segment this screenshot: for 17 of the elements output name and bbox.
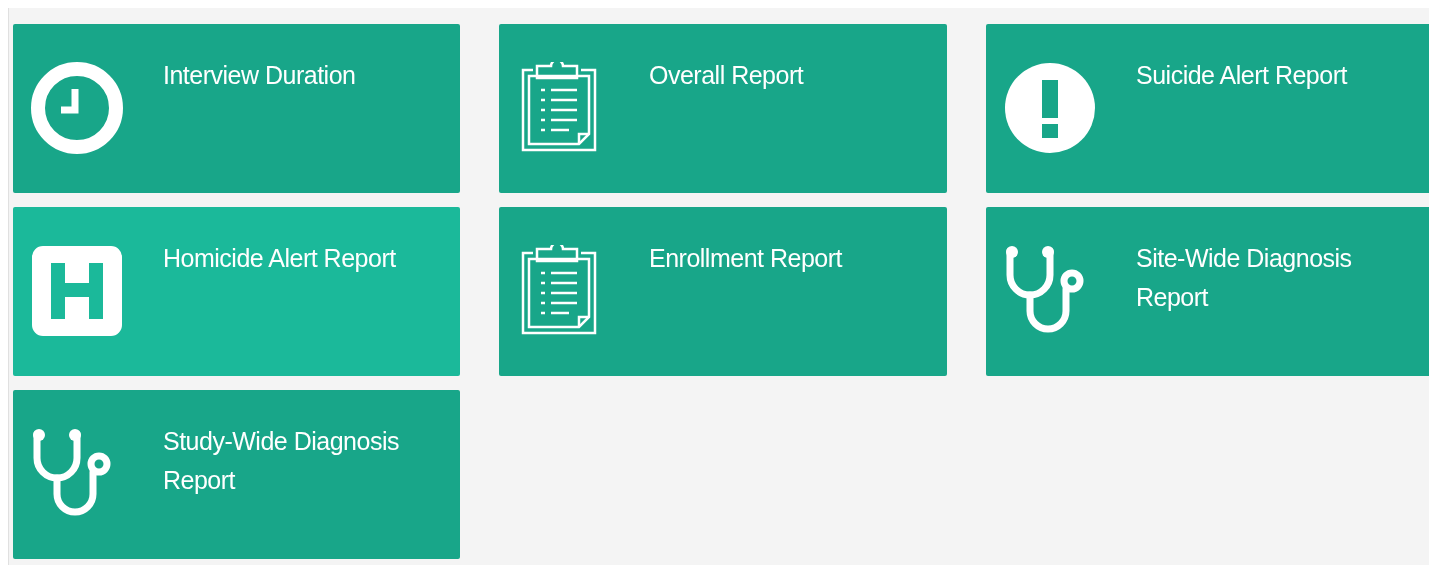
tile-label: Homicide Alert Report [163, 243, 396, 274]
report-tile[interactable]: Homicide Alert Report [13, 207, 460, 376]
report-tile[interactable]: Interview Duration [13, 24, 460, 193]
tile-label: Interview Duration [163, 60, 356, 91]
clock-icon [31, 62, 123, 154]
tile-label: Study-Wide Diagnosis Report [163, 426, 400, 496]
exclamation-icon [1004, 62, 1096, 154]
report-tile[interactable]: Enrollment Report [499, 207, 947, 376]
report-tile[interactable]: Site-Wide Diagnosis Report [986, 207, 1429, 376]
hospital-icon [31, 245, 123, 337]
tile-label: Site-Wide Diagnosis Report [1136, 243, 1353, 313]
report-tile[interactable]: Suicide Alert Report [986, 24, 1429, 193]
report-tile[interactable]: Overall Report [499, 24, 947, 193]
tile-label: Suicide Alert Report [1136, 60, 1347, 91]
tile-label: Overall Report [649, 60, 804, 91]
report-tile[interactable]: Study-Wide Diagnosis Report [13, 390, 460, 559]
tile-label: Enrollment Report [649, 243, 842, 274]
